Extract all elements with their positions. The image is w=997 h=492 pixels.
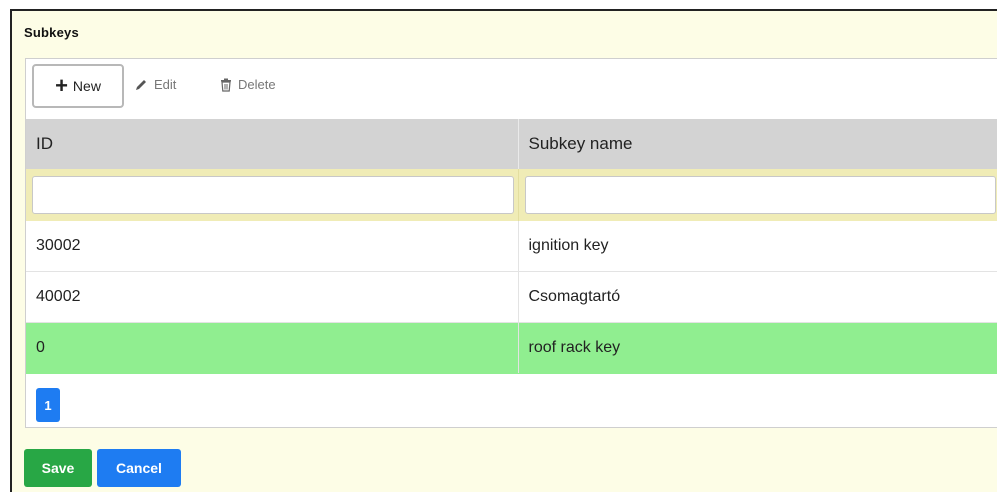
trash-icon [221, 78, 231, 92]
new-button-label: New [72, 78, 101, 94]
cell-subkey-name: roof rack key [518, 322, 997, 374]
panel-title: Subkeys [24, 25, 79, 40]
subkeys-panel: Subkeys + New Edit Delete ID Subkey name… [10, 9, 997, 492]
subkeys-grid: + New Edit Delete ID Subkey name 30002 i… [25, 58, 997, 428]
subkeys-table: ID Subkey name 30002 ignition key 40002 … [26, 119, 997, 374]
cell-id: 30002 [26, 221, 519, 272]
cancel-button[interactable]: Cancel [97, 449, 181, 487]
column-header-subkey-name[interactable]: Subkey name [518, 119, 997, 169]
cell-subkey-name: Csomagtartó [518, 271, 997, 323]
cell-id: 0 [26, 322, 519, 374]
delete-button-label: Delete [238, 77, 276, 92]
delete-button[interactable]: Delete [220, 77, 276, 92]
page-button-1[interactable]: 1 [36, 388, 60, 422]
subkey-name-filter-input[interactable] [524, 176, 996, 214]
pencil-icon [136, 79, 146, 90]
grid-toolbar: + New Edit Delete [26, 59, 997, 119]
table-row-selected[interactable]: 0 roof rack key [26, 322, 997, 374]
table-row[interactable]: 40002 Csomagtartó [26, 271, 997, 323]
column-header-id[interactable]: ID [26, 119, 519, 169]
edit-button[interactable]: Edit [134, 77, 176, 92]
save-button[interactable]: Save [24, 449, 92, 487]
plus-icon: + [55, 73, 68, 98]
new-button[interactable]: + New [32, 64, 124, 108]
pager: 1 [26, 374, 997, 436]
table-row[interactable]: 30002 ignition key [26, 221, 997, 272]
edit-button-label: Edit [154, 77, 177, 92]
filter-row [26, 169, 997, 221]
cell-subkey-name: ignition key [518, 221, 997, 272]
id-filter-input[interactable] [32, 176, 514, 214]
cell-id: 40002 [26, 271, 519, 323]
